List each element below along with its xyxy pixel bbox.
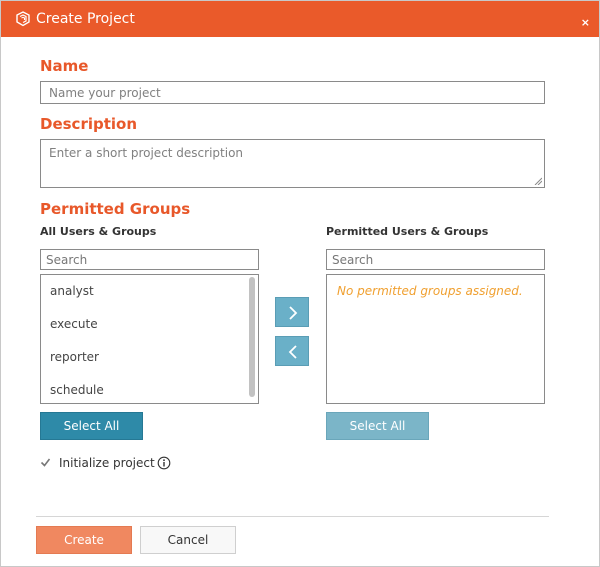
select-all-groups-button[interactable]: Select All xyxy=(40,412,143,440)
close-button[interactable]: × xyxy=(581,17,590,28)
permitted-groups-heading: Permitted Groups xyxy=(40,200,191,218)
scrollbar-thumb[interactable] xyxy=(249,277,255,397)
initialize-project-label: Initialize project xyxy=(59,456,155,470)
add-to-permitted-button[interactable] xyxy=(275,297,309,327)
footer-divider xyxy=(36,516,549,517)
dialog-title: Create Project xyxy=(36,11,135,27)
cancel-button[interactable]: Cancel xyxy=(140,526,236,554)
permitted-groups-list: No permitted groups assigned. xyxy=(326,274,545,404)
initialize-project-checkbox[interactable] xyxy=(40,457,51,468)
create-button[interactable]: Create xyxy=(36,526,132,554)
chevron-left-icon xyxy=(288,345,297,359)
list-item[interactable]: execute xyxy=(50,317,98,331)
project-description-input[interactable] xyxy=(40,139,545,188)
list-item[interactable]: reporter xyxy=(50,350,99,364)
resize-grip-icon[interactable] xyxy=(534,177,542,185)
permitted-users-groups-label: Permitted Users & Groups xyxy=(326,225,489,238)
name-heading: Name xyxy=(40,57,89,75)
select-all-permitted-button[interactable]: Select All xyxy=(326,412,429,440)
empty-list-message: No permitted groups assigned. xyxy=(337,284,523,298)
info-icon[interactable] xyxy=(157,456,171,470)
all-groups-list: analyst execute reporter schedule xyxy=(40,274,259,404)
create-project-dialog: Create Project × Name Description Permit… xyxy=(0,0,600,567)
all-users-groups-label: All Users & Groups xyxy=(40,225,157,238)
dialog-titlebar: Create Project × xyxy=(1,1,599,37)
description-heading: Description xyxy=(40,115,138,133)
permitted-groups-search-input[interactable] xyxy=(326,249,545,270)
chevron-right-icon xyxy=(289,306,298,320)
all-groups-search-input[interactable] xyxy=(40,249,259,270)
project-name-input[interactable] xyxy=(40,81,545,104)
list-item[interactable]: analyst xyxy=(50,284,94,298)
list-scrollbar[interactable] xyxy=(248,277,256,401)
remove-from-permitted-button[interactable] xyxy=(275,336,309,366)
list-item[interactable]: schedule xyxy=(50,383,104,397)
layers-cube-icon xyxy=(16,11,30,27)
